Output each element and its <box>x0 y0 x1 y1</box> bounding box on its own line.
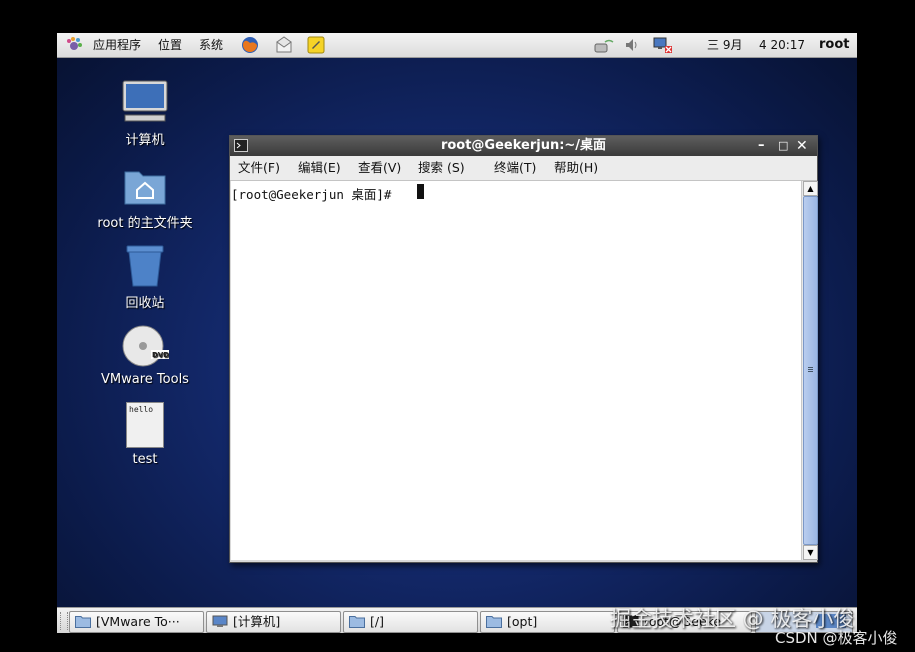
terminal-menubar: 文件(F) 编辑(E) 查看(V) 搜索 (S) 终端(T) 帮助(H) <box>230 156 817 181</box>
watermark-csdn: CSDN @极客小俊 <box>775 629 898 647</box>
network-status-icon[interactable] <box>653 36 673 54</box>
desktop-icon-trash[interactable]: 回收站 <box>90 242 200 311</box>
menu-help[interactable]: 帮助(H) <box>554 160 598 176</box>
task-root-folder[interactable]: [/] <box>343 611 478 633</box>
file-preview-text: hello <box>129 405 154 414</box>
grip-icon <box>808 367 813 368</box>
menu-file[interactable]: 文件(F) <box>238 160 280 176</box>
desktop-icon-label: root 的主文件夹 <box>97 216 193 231</box>
home-folder-icon <box>124 171 166 205</box>
dvd-icon: DVD <box>122 325 169 367</box>
menu-search[interactable]: 搜索 (S) <box>418 160 465 176</box>
folder-icon <box>486 616 502 628</box>
menu-applications[interactable]: 应用程序 <box>93 37 141 53</box>
notes-icon[interactable] <box>307 36 325 54</box>
task-opt-folder[interactable]: [opt] <box>480 611 615 633</box>
menu-view[interactable]: 查看(V) <box>358 160 401 176</box>
desktop-icon-label: VMware Tools <box>101 372 189 387</box>
task-computer[interactable]: [计算机] <box>206 611 341 633</box>
text-file-icon: hello <box>126 402 164 448</box>
desktop-icon-label: 回收站 <box>125 296 165 311</box>
task-label: [/] <box>370 614 384 629</box>
menu-places[interactable]: 位置 <box>158 37 182 53</box>
menu-edit[interactable]: 编辑(E) <box>298 160 341 176</box>
terminal-output[interactable]: [root@Geekerjun 桌面]# <box>231 181 801 560</box>
svg-text:DVD: DVD <box>152 351 169 359</box>
text-cursor <box>417 184 424 199</box>
maximize-button[interactable]: □ <box>778 136 788 156</box>
top-panel: 应用程序 位置 系统 三 9月 4 20:17 root <box>57 33 857 58</box>
desktop-icon-test[interactable]: hello test <box>90 402 200 467</box>
shell-prompt: [root@Geekerjun 桌面]# <box>231 187 392 202</box>
gnome-foot-icon[interactable] <box>65 36 83 54</box>
scroll-down-arrow-icon[interactable]: ▼ <box>803 545 818 560</box>
task-label: [opt] <box>507 614 538 629</box>
menu-terminal[interactable]: 终端(T) <box>494 160 536 176</box>
panel-handle[interactable] <box>60 612 68 630</box>
scroll-up-arrow-icon[interactable]: ▲ <box>803 181 818 196</box>
folder-icon <box>75 616 91 628</box>
computer-icon <box>212 615 228 627</box>
clock-date[interactable]: 三 9月 <box>707 37 742 53</box>
desktop-icon-home-folder[interactable]: root 的主文件夹 <box>90 162 200 231</box>
task-label: [VMware To··· <box>96 614 180 629</box>
desktop-icon-computer[interactable]: 计算机 <box>90 79 200 148</box>
terminal-app-icon <box>234 139 248 152</box>
terminal-window[interactable]: root@Geekerjun:~/桌面 – □ ✕ 文件(F) 编辑(E) 查看… <box>229 135 818 563</box>
task-vmware-tools[interactable]: [VMware To··· <box>69 611 204 633</box>
computer-icon <box>122 80 168 122</box>
menu-system[interactable]: 系统 <box>199 37 223 53</box>
network-icon[interactable] <box>593 36 615 54</box>
terminal-title: root@Geekerjun:~/桌面 <box>440 138 607 153</box>
firefox-icon[interactable] <box>241 36 259 54</box>
terminal-scrollbar[interactable]: ▲ ▼ <box>801 181 818 560</box>
scroll-thumb[interactable] <box>803 196 818 545</box>
task-label: [计算机] <box>233 614 281 629</box>
mail-icon[interactable] <box>275 36 293 54</box>
volume-icon[interactable] <box>623 36 641 54</box>
terminal-titlebar[interactable]: root@Geekerjun:~/桌面 – □ ✕ <box>230 136 817 156</box>
minimize-button[interactable]: – <box>758 136 765 156</box>
clock-time[interactable]: 4 20:17 <box>759 37 805 53</box>
folder-icon <box>349 616 365 628</box>
trash-icon <box>126 245 164 287</box>
desktop-screen: 应用程序 位置 系统 三 9月 4 20:17 root 计算机 root 的主… <box>57 33 857 633</box>
desktop-icon-label: test <box>132 452 158 467</box>
user-menu[interactable]: root <box>819 37 850 53</box>
desktop-icon-vmware-tools[interactable]: DVD VMware Tools <box>90 322 200 387</box>
close-button[interactable]: ✕ <box>796 136 808 156</box>
desktop-icon-label: 计算机 <box>125 133 165 148</box>
